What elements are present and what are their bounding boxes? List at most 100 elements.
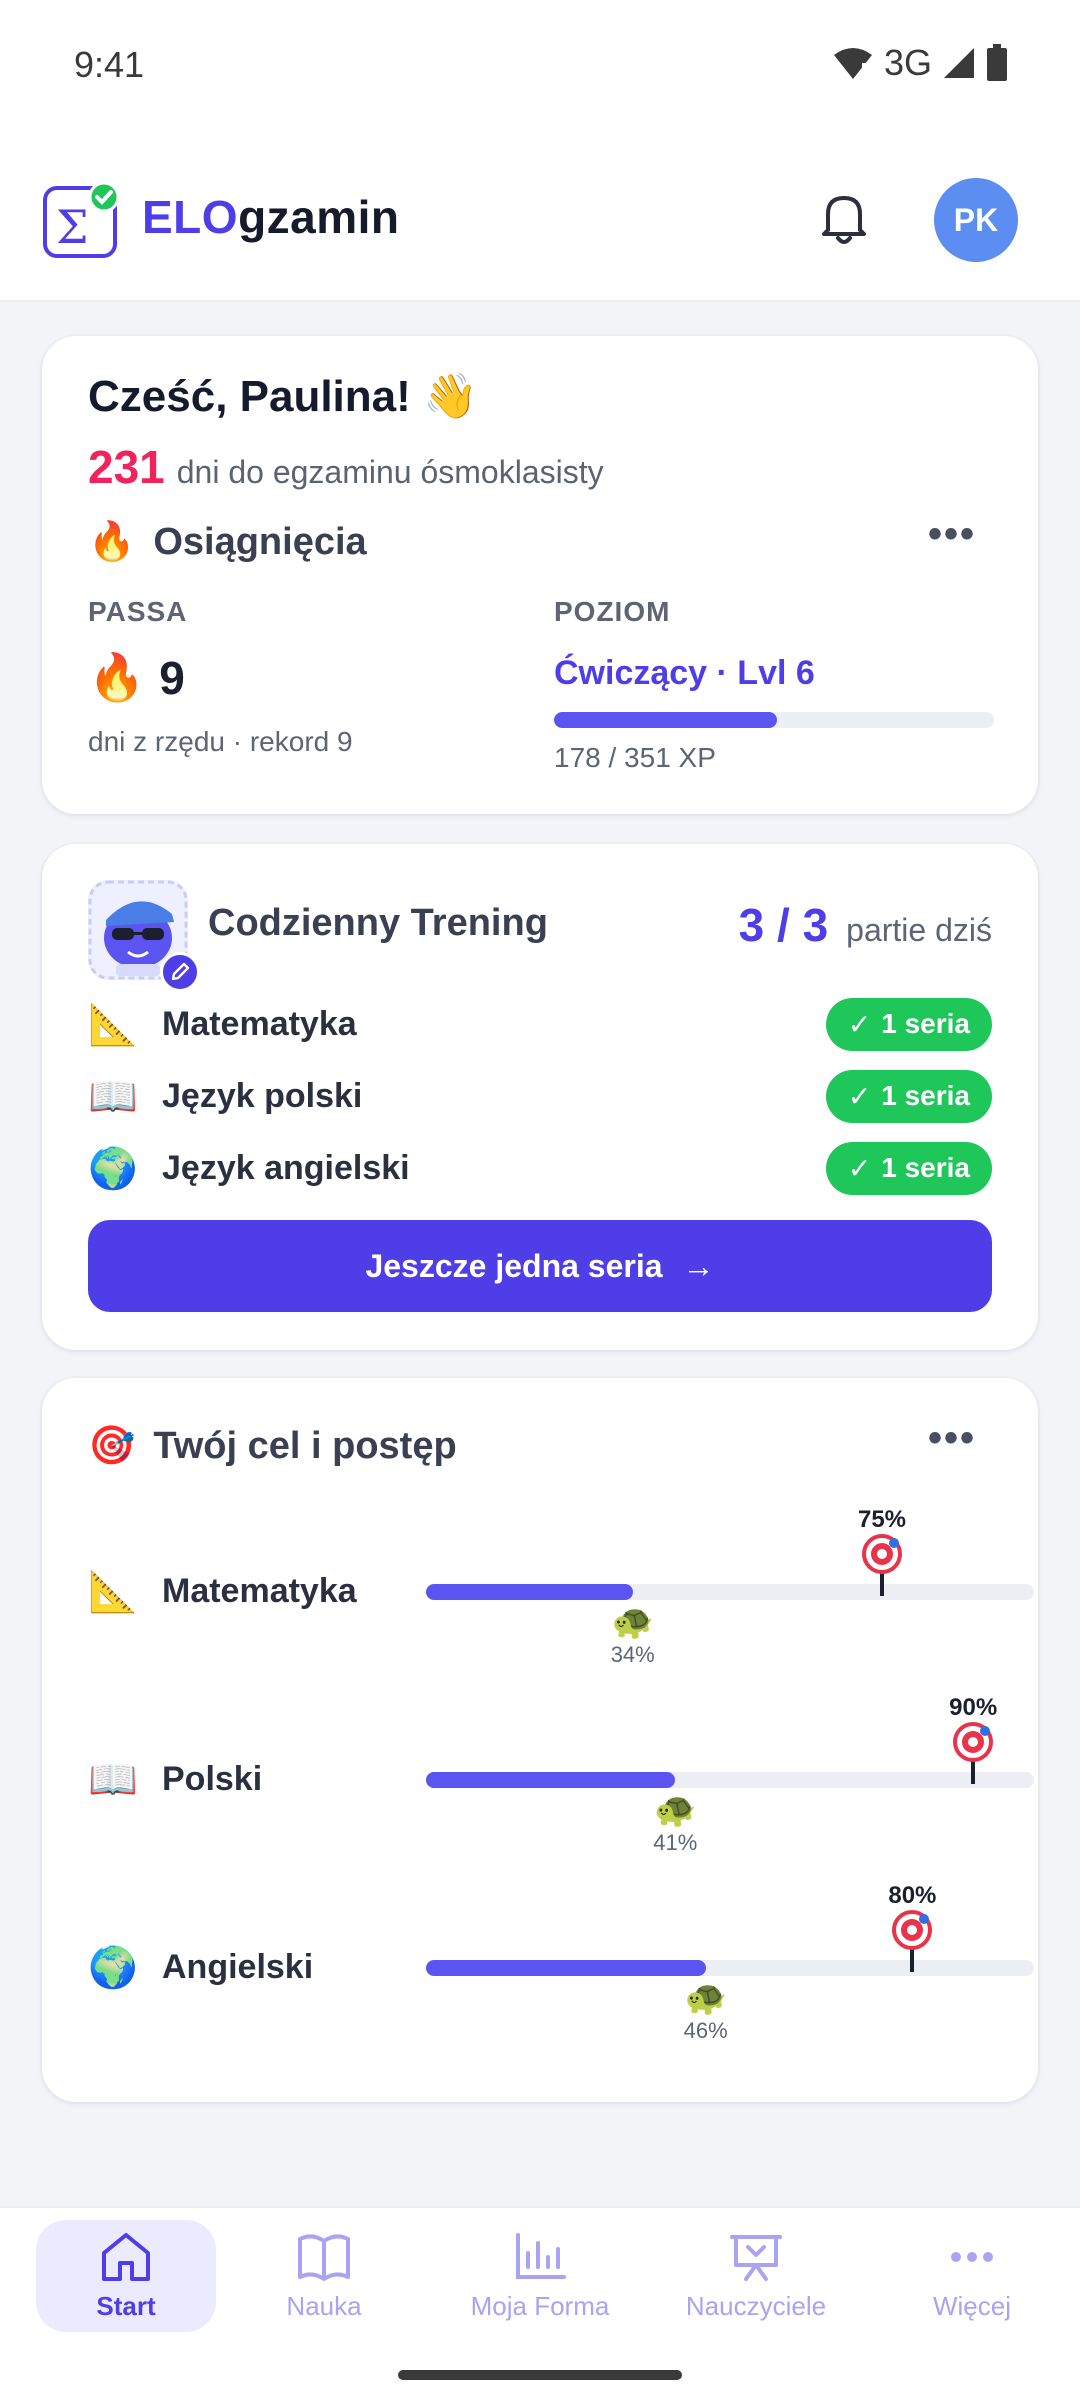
goal-title-label: Twój cel i postęp xyxy=(153,1424,457,1467)
open-book-icon: 📖 xyxy=(88,1074,138,1119)
streak-value: 🔥 9 xyxy=(88,650,185,705)
current-progress-label: 34% xyxy=(610,1642,655,1667)
streak-number: 9 xyxy=(159,651,185,704)
goal-progress-card: 🎯 Twój cel i postęp ••• 📐 Matematyka 75%… xyxy=(42,1378,1038,2102)
bullseye-icon xyxy=(862,1534,902,1596)
bullseye-icon xyxy=(953,1722,994,1784)
goal-more-icon[interactable]: ••• xyxy=(928,1416,976,1461)
presentation-icon xyxy=(730,2234,782,2281)
app-logo-icon: Σ xyxy=(42,180,120,258)
current-progress-marker: 🐢 46% xyxy=(666,1978,746,2044)
exam-countdown: 231 dni do egzaminu ósmoklasisty xyxy=(88,440,604,494)
cta-label: Jeszcze jedna seria xyxy=(365,1247,663,1284)
achievements-label: Osiągnięcia xyxy=(153,520,367,563)
nav-label: Moja Forma xyxy=(470,2290,610,2321)
status-time: 9:41 xyxy=(74,44,145,85)
training-count-value: 3 / 3 xyxy=(738,899,829,951)
streak-label: PASSA xyxy=(88,596,188,627)
level-xp: 178 / 351 XP xyxy=(554,742,716,773)
nav-item-moja-forma[interactable]: Moja Forma xyxy=(450,2220,630,2332)
status-icons: 3G xyxy=(832,42,1008,84)
greeting-title: Cześć, Paulina! 👋 xyxy=(88,372,478,421)
series-badge-label: 1 seria xyxy=(881,1152,970,1183)
goal-row[interactable]: 📐 Matematyka 75% 🐢 34% xyxy=(88,1506,1034,1696)
goal-subject-name: Polski xyxy=(162,1760,263,1798)
goal-target-label: 90% xyxy=(949,1694,998,1721)
goal-target-marker: 75% xyxy=(842,1506,922,1603)
user-avatar[interactable]: PK xyxy=(934,178,1018,262)
notifications-bell-icon[interactable] xyxy=(812,186,876,250)
level-progress-bar xyxy=(554,712,994,728)
subject-name: Matematyka xyxy=(162,1004,357,1043)
app-bar: Σ ELOgzamin PK xyxy=(0,130,1080,302)
training-count: 3 / 3 partie dziś xyxy=(739,898,992,952)
nav-item-wiecej[interactable]: Więcej xyxy=(882,2220,1062,2332)
level-progress-fill xyxy=(554,712,778,728)
triangle-ruler-icon: 📐 xyxy=(88,1002,138,1047)
nav-item-nauczyciele[interactable]: Nauczyciele xyxy=(666,2220,846,2332)
wifi-icon xyxy=(833,48,872,79)
check-icon: ✓ xyxy=(847,1152,872,1184)
more-icon xyxy=(951,2251,993,2262)
current-progress-marker: 🐢 34% xyxy=(593,1602,673,1668)
app-brand: ELOgzamin xyxy=(142,190,400,244)
current-progress-marker: 🐢 41% xyxy=(635,1790,715,1856)
goal-target-label: 75% xyxy=(857,1506,907,1533)
turtle-icon: 🐢 xyxy=(654,1791,697,1829)
signal-icon xyxy=(944,48,974,78)
days-number: 231 xyxy=(88,441,165,493)
streak-subtitle: dni z rzędu · rekord 9 xyxy=(88,726,353,757)
achievements-title: 🔥 Osiągnięcia xyxy=(88,520,367,564)
fire-icon: 🔥 xyxy=(88,521,136,563)
bullseye-icon xyxy=(892,1910,933,1972)
nav-label: Więcej xyxy=(932,2290,1011,2321)
goal-row[interactable]: 📖 Polski 90% 🐢 41% xyxy=(88,1694,1034,1884)
triangle-ruler-icon: 📐 xyxy=(88,1570,138,1614)
nav-item-start[interactable]: Start xyxy=(36,2220,216,2332)
nav-label: Nauka xyxy=(286,2290,362,2321)
training-subject-row[interactable]: 🌍 Język angielski ✓ 1 seria xyxy=(88,1140,992,1196)
open-book-icon: 📖 xyxy=(88,1758,138,1802)
days-text: dni do egzaminu ósmoklasisty xyxy=(176,454,604,490)
goal-progress-fill xyxy=(426,1960,706,1976)
goal-target-marker: 80% xyxy=(872,1882,952,1979)
subject-name: Język angielski xyxy=(162,1148,410,1187)
goal-progress-fill xyxy=(426,1772,676,1788)
edit-pencil-icon[interactable] xyxy=(160,952,200,992)
training-subject-row[interactable]: 📐 Matematyka ✓ 1 seria xyxy=(88,996,992,1052)
series-badge-label: 1 seria xyxy=(881,1008,970,1039)
goal-subject-name: Matematyka xyxy=(162,1572,357,1610)
series-badge-label: 1 seria xyxy=(881,1080,970,1111)
current-progress-label: 46% xyxy=(683,2018,728,2043)
check-icon: ✓ xyxy=(847,1008,872,1040)
book-icon xyxy=(298,2233,350,2281)
training-title: Codzienny Trening xyxy=(208,902,548,944)
goal-target-marker: 90% xyxy=(933,1694,1013,1791)
nav-item-nauka[interactable]: Nauka xyxy=(234,2220,414,2332)
greeting-card: Cześć, Paulina! 👋 231 dni do egzaminu ós… xyxy=(42,336,1038,814)
arrow-right-icon: → xyxy=(682,1247,715,1284)
series-badge: ✓ 1 seria xyxy=(825,1069,992,1123)
nav-label: Start xyxy=(96,2290,156,2321)
brand-part-1: ELO xyxy=(142,191,239,243)
series-badge: ✓ 1 seria xyxy=(825,997,992,1051)
home-icon xyxy=(102,2232,150,2281)
home-indicator[interactable] xyxy=(398,2370,682,2380)
brand-part-2: gzamin xyxy=(238,191,400,243)
globe-icon: 🌍 xyxy=(88,1146,138,1191)
streak-fire-icon: 🔥 xyxy=(88,651,146,703)
nav-label: Nauczyciele xyxy=(685,2290,827,2321)
status-bar: 9:41 3G xyxy=(0,0,1080,130)
network-label: 3G xyxy=(883,42,932,83)
level-value[interactable]: Ćwiczący · Lvl 6 xyxy=(554,654,815,693)
goal-row[interactable]: 🌍 Angielski 80% 🐢 46% xyxy=(88,1882,1034,2072)
one-more-series-button[interactable]: Jeszcze jedna seria → xyxy=(88,1220,992,1312)
level-label: POZIOM xyxy=(554,596,671,627)
turtle-icon: 🐢 xyxy=(611,1603,654,1641)
training-subject-row[interactable]: 📖 Język polski ✓ 1 seria xyxy=(88,1068,992,1124)
svg-text:Σ: Σ xyxy=(56,200,89,254)
check-icon: ✓ xyxy=(847,1080,872,1112)
goal-progress-track: 80% 🐢 46% xyxy=(426,1882,1034,2043)
daily-training-card: Codzienny Trening 3 / 3 partie dziś 📐 Ma… xyxy=(42,844,1038,1350)
achievements-more-icon[interactable]: ••• xyxy=(928,512,976,557)
